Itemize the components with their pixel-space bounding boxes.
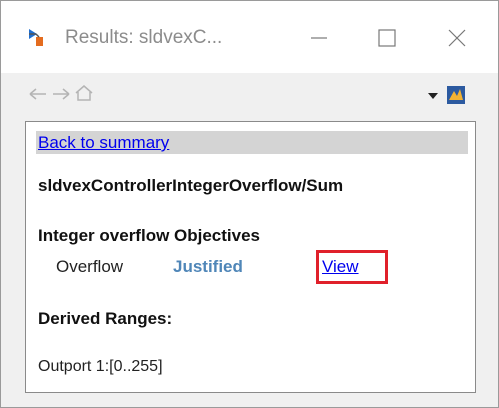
results-content-panel: Back to summary sldvexControllerIntegerO… xyxy=(25,121,476,393)
close-icon xyxy=(448,29,466,47)
objective-name: Overflow xyxy=(56,257,124,276)
objectives-heading: Integer overflow Objectives xyxy=(38,226,261,245)
window-title: Results: sldvexC... xyxy=(65,27,223,48)
dropdown-arrow-icon[interactable] xyxy=(427,92,439,100)
simulink-app-icon xyxy=(29,29,43,46)
minimize-icon xyxy=(311,37,327,39)
derived-range-item: Outport 1:[0..255] xyxy=(38,358,163,375)
derived-ranges-heading: Derived Ranges: xyxy=(38,309,173,328)
back-arrow-icon[interactable] xyxy=(29,87,47,101)
maximize-icon xyxy=(378,29,396,47)
title-bar[interactable]: Results: sldvexC... xyxy=(1,1,498,73)
back-to-summary-link[interactable]: Back to summary xyxy=(38,131,169,154)
block-path-heading: sldvexControllerIntegerOverflow/Sum xyxy=(38,176,344,195)
view-link[interactable]: View xyxy=(322,257,359,277)
close-button[interactable] xyxy=(433,15,481,61)
matlab-icon[interactable] xyxy=(446,85,466,105)
objective-status: Justified xyxy=(173,257,243,276)
results-window: Results: sldvexC... Back to summary sldv… xyxy=(0,0,499,408)
home-icon[interactable] xyxy=(75,85,93,101)
minimize-button[interactable] xyxy=(295,15,343,61)
forward-arrow-icon[interactable] xyxy=(52,87,70,101)
maximize-button[interactable] xyxy=(363,15,411,61)
